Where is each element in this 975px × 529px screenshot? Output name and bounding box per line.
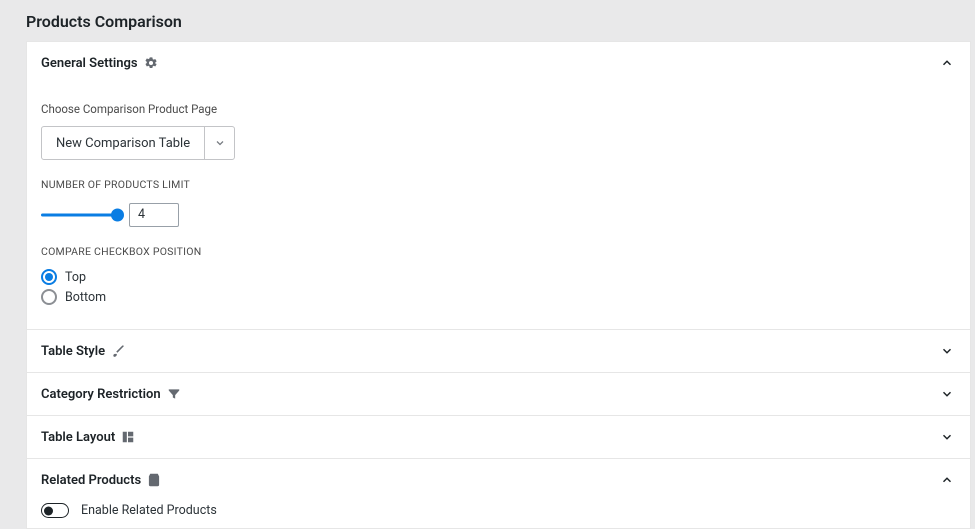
chevron-down-icon — [938, 385, 956, 403]
brush-icon — [111, 344, 125, 358]
chevron-down-icon — [938, 342, 956, 360]
radio-bottom[interactable] — [41, 289, 57, 305]
shopping-bag-icon — [147, 473, 161, 487]
layout-icon — [121, 430, 135, 444]
section-general-header[interactable]: General Settings — [27, 42, 970, 84]
chevron-up-icon — [938, 471, 956, 489]
slider-track — [41, 213, 117, 216]
section-general-body: Choose Comparison Product Page New Compa… — [27, 102, 970, 329]
slider-thumb[interactable] — [111, 208, 124, 221]
chevron-up-icon — [938, 54, 956, 72]
chevron-down-icon — [204, 127, 234, 159]
section-related-products-header[interactable]: Related Products — [27, 459, 970, 501]
section-table-style-title: Table Style — [41, 344, 105, 359]
chevron-down-icon — [938, 428, 956, 446]
section-table-layout-title: Table Layout — [41, 430, 115, 445]
radio-bottom-label: Bottom — [65, 290, 106, 305]
section-related-products-title: Related Products — [41, 473, 141, 488]
page-title: Products Comparison — [0, 0, 975, 41]
checkbox-position-label: Compare Checkbox Position — [41, 245, 211, 260]
section-table-layout: Table Layout — [27, 416, 970, 459]
gear-icon — [144, 56, 158, 70]
section-category-restriction-title: Category Restriction — [41, 387, 161, 402]
choose-page-label: Choose Comparison Product Page — [41, 102, 956, 116]
radio-top[interactable] — [41, 269, 57, 285]
enable-related-label: Enable Related Products — [81, 503, 217, 518]
radio-top-row[interactable]: Top — [41, 269, 956, 285]
section-table-layout-header[interactable]: Table Layout — [27, 416, 970, 458]
section-related-products: Related Products Enable Related Products — [27, 459, 970, 528]
filter-icon — [167, 387, 181, 401]
enable-related-toggle[interactable] — [41, 503, 69, 518]
section-category-restriction: Category Restriction — [27, 373, 970, 416]
section-category-restriction-header[interactable]: Category Restriction — [27, 373, 970, 415]
radio-top-label: Top — [65, 270, 86, 285]
section-table-style-header[interactable]: Table Style — [27, 330, 970, 372]
radio-bottom-row[interactable]: Bottom — [41, 289, 956, 305]
limit-input[interactable]: 4 — [129, 203, 179, 227]
choose-page-select[interactable]: New Comparison Table — [41, 126, 235, 160]
section-general: General Settings Choose Comparison Produ… — [27, 42, 970, 330]
limit-row: 4 — [41, 203, 956, 227]
radio-dot — [45, 273, 53, 281]
section-general-title: General Settings — [41, 56, 138, 71]
settings-panel: General Settings Choose Comparison Produ… — [26, 41, 971, 529]
toggle-knob — [44, 506, 53, 515]
section-table-style: Table Style — [27, 330, 970, 373]
choose-page-value: New Comparison Table — [42, 127, 204, 159]
limit-slider[interactable] — [41, 208, 117, 222]
limit-label: Number of Products Limit — [41, 178, 211, 193]
